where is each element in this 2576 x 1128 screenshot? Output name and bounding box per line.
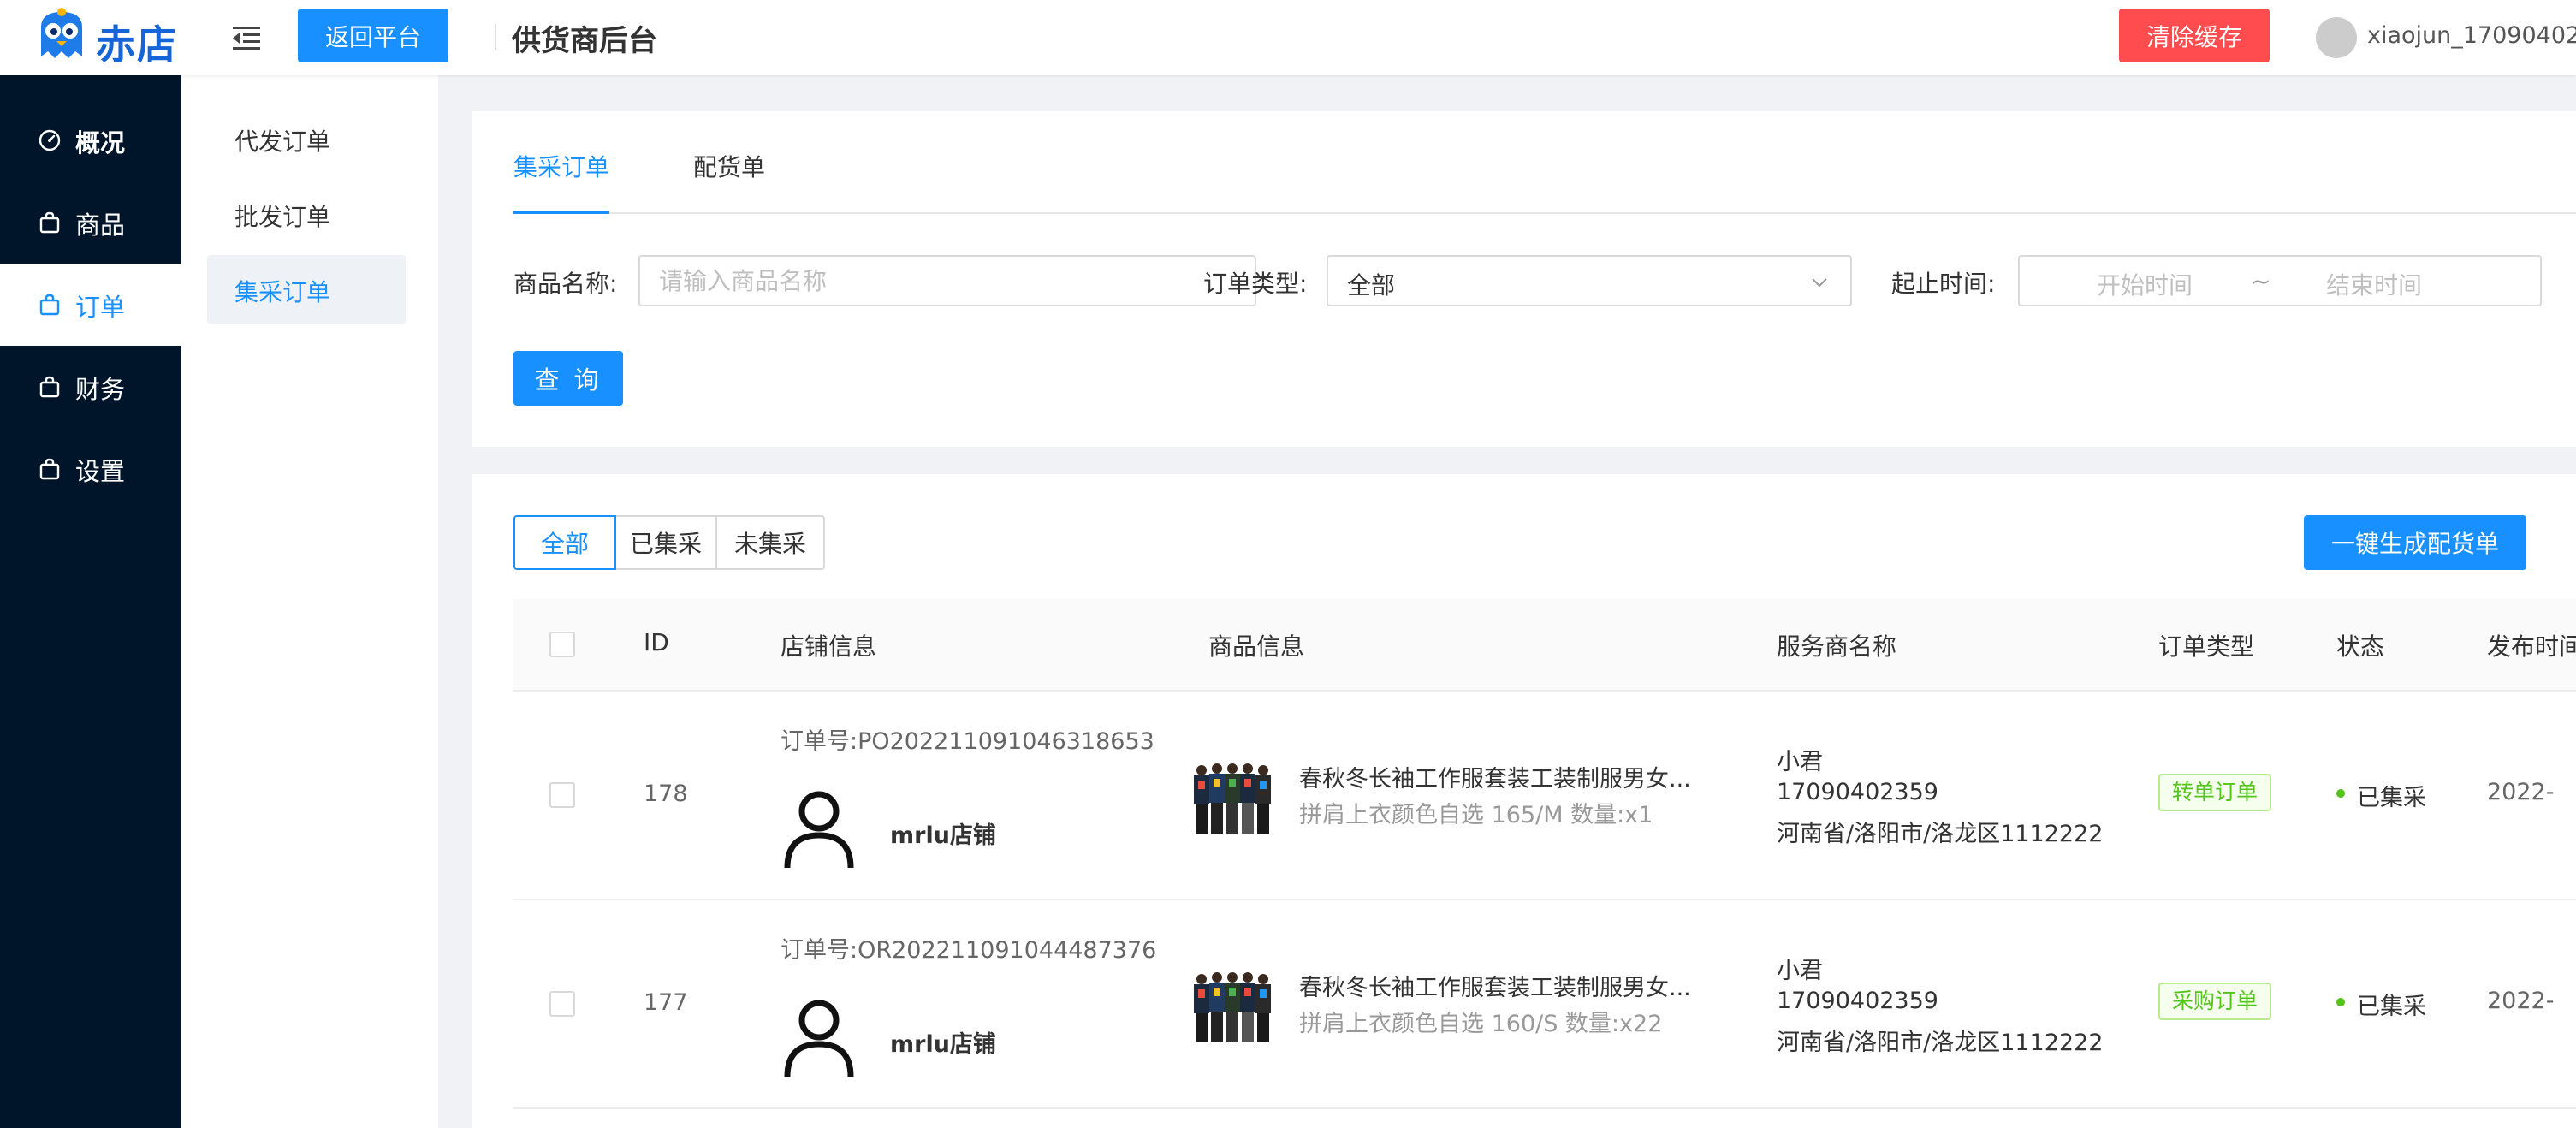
bag-icon — [39, 211, 60, 234]
bag-icon — [39, 458, 60, 480]
sidebar-item-finance[interactable]: 财务 — [0, 346, 181, 428]
menu-collapse-icon[interactable] — [229, 21, 264, 55]
orders-table-card: 全部 已集采 未集采 一键生成配货单 ID 店铺信息 商品信息 服务商名称 订单… — [472, 474, 2576, 1128]
shop-name: mrlu店铺 — [890, 1031, 996, 1058]
status-dot — [2336, 998, 2345, 1006]
status-text: 已集采 — [2357, 994, 2426, 1020]
product-thumbnail[interactable] — [1191, 755, 1273, 837]
sidebar: 概况 商品 订单 财务 设置 — [0, 75, 181, 1128]
order-type-badge: 采购订单 — [2158, 983, 2272, 1020]
submenu-item-group-purchase-orders[interactable]: 集采订单 — [207, 255, 406, 324]
order-number: 订单号:OR202211091044487376 — [781, 937, 1157, 964]
provider-phone: 17090402359 — [1777, 779, 1938, 805]
publish-time: 2022- — [2487, 988, 2555, 1014]
date-range-picker[interactable]: 开始时间 ~ 结束时间 — [2018, 255, 2542, 306]
status-text: 已集采 — [2357, 785, 2426, 811]
submenu-item-wholesale-orders[interactable]: 批发订单 — [207, 180, 406, 248]
status-dot — [2336, 789, 2345, 798]
product-spec: 拼肩上衣颜色自选 165/M 数量:x1 — [1299, 802, 1653, 828]
username[interactable]: xiaojun_17090402359 — [2367, 22, 2576, 49]
column-header-id: ID — [644, 628, 669, 656]
product-spec: 拼肩上衣颜色自选 160/S 数量:x22 — [1299, 1011, 1663, 1037]
submenu-item-label: 代发订单 — [234, 128, 331, 156]
sidebar-item-orders[interactable]: 订单 — [0, 264, 181, 346]
select-all-checkbox[interactable] — [549, 632, 575, 657]
bag-icon — [39, 294, 60, 316]
return-platform-button[interactable]: 返回平台 — [298, 9, 448, 62]
tab-distribution-orders[interactable]: 配货单 — [693, 149, 765, 183]
sub-menu: 代发订单 批发订单 集采订单 — [181, 75, 438, 1128]
order-id: 178 — [644, 781, 688, 807]
provider-name: 小君 — [1777, 749, 1823, 775]
provider-phone: 17090402359 — [1777, 988, 1938, 1014]
submenu-item-dropship-orders[interactable]: 代发订单 — [207, 104, 406, 173]
sidebar-item-settings[interactable]: 设置 — [0, 428, 181, 510]
column-header-status: 状态 — [2336, 632, 2385, 661]
order-id: 177 — [644, 989, 688, 1016]
submenu-item-label: 集采订单 — [234, 278, 331, 306]
clear-cache-button[interactable]: 清除缓存 — [2119, 9, 2270, 62]
product-thumbnail[interactable] — [1191, 964, 1273, 1046]
generate-distribution-button[interactable]: 一键生成配货单 — [2304, 515, 2526, 570]
dashboard-icon — [39, 129, 61, 151]
header-divider — [495, 24, 496, 50]
shop-avatar-icon — [784, 791, 854, 869]
sidebar-item-label: 设置 — [75, 457, 126, 486]
status-filter-uncollected[interactable]: 未集采 — [715, 515, 825, 570]
shop-avatar-icon — [784, 1000, 854, 1078]
range-separator: ~ — [2251, 267, 2271, 295]
logo[interactable]: 赤店 — [34, 7, 188, 68]
status-filter-collected[interactable]: 已集采 — [614, 515, 717, 570]
shop-name: mrlu店铺 — [890, 822, 996, 849]
page-title: 供货商后台 — [512, 24, 657, 58]
sidebar-item-label: 商品 — [75, 211, 126, 240]
date-range-label: 起止时间: — [1891, 270, 1996, 298]
column-header-publish-time: 发布时间 — [2487, 632, 2576, 661]
row-checkbox[interactable] — [549, 782, 575, 808]
sidebar-item-label: 概况 — [75, 128, 126, 157]
top-bar: 赤店 返回平台 供货商后台 清除缓存 xiaojun_17090402359 — [0, 0, 2576, 75]
order-type-badge: 转单订单 — [2158, 774, 2272, 811]
provider-address: 河南省/洛阳市/洛龙区1112222 — [1777, 821, 2104, 847]
sidebar-item-overview[interactable]: 概况 — [0, 99, 181, 181]
order-type-label: 订单类型: — [1203, 270, 1308, 298]
submenu-item-label: 批发订单 — [234, 203, 331, 231]
logo-text: 赤店 — [96, 21, 178, 68]
column-header-order-type: 订单类型 — [2158, 632, 2255, 661]
table-header: ID 店铺信息 商品信息 服务商名称 订单类型 状态 发布时间 — [513, 599, 2576, 692]
order-type-value: 全部 — [1347, 271, 1396, 300]
provider-address: 河南省/洛阳市/洛龙区1112222 — [1777, 1030, 2104, 1056]
sidebar-item-label: 财务 — [75, 375, 126, 404]
publish-time: 2022- — [2487, 779, 2555, 805]
table-row[interactable]: 177 订单号:OR202211091044487376 mrlu店铺 春秋冬长… — [513, 899, 2576, 1109]
logo-mascot-icon — [41, 8, 82, 58]
order-number: 订单号:PO202211091046318653 — [781, 728, 1154, 755]
product-name-label: 商品名称: — [513, 270, 618, 298]
product-name-input[interactable] — [640, 257, 1255, 305]
bag-icon — [39, 376, 60, 398]
provider-name: 小君 — [1777, 958, 1823, 984]
table-row[interactable]: 178 订单号:PO202211091046318653 mrlu店铺 春秋冬长… — [513, 690, 2576, 900]
status-filter-all[interactable]: 全部 — [513, 515, 616, 570]
query-button[interactable]: 查 询 — [513, 351, 623, 406]
active-tab-indicator — [513, 211, 609, 214]
product-name-field — [638, 255, 1256, 306]
end-date-input[interactable]: 结束时间 — [2326, 267, 2422, 301]
filter-card: 集采订单 配货单 商品名称: 订单类型: 全部 起止时间: 开始时间 ~ 结束时… — [472, 111, 2576, 447]
column-header-provider: 服务商名称 — [1777, 632, 1897, 661]
sidebar-item-products[interactable]: 商品 — [0, 181, 181, 264]
sidebar-item-label: 订单 — [75, 293, 126, 322]
tabs-divider — [513, 212, 2576, 214]
row-checkbox[interactable] — [549, 991, 575, 1017]
column-header-product: 商品信息 — [1208, 632, 1305, 661]
product-title[interactable]: 春秋冬长袖工作服套装工装制服男女... — [1299, 760, 1691, 793]
tab-group-purchase-orders[interactable]: 集采订单 — [513, 149, 609, 183]
chevron-down-icon — [1812, 278, 1827, 288]
product-title[interactable]: 春秋冬长袖工作服套装工装制服男女... — [1299, 969, 1691, 1002]
start-date-input[interactable]: 开始时间 — [2097, 267, 2193, 301]
user-avatar[interactable] — [2316, 17, 2357, 58]
order-type-select[interactable]: 全部 — [1327, 255, 1852, 306]
column-header-shop: 店铺信息 — [781, 632, 877, 661]
